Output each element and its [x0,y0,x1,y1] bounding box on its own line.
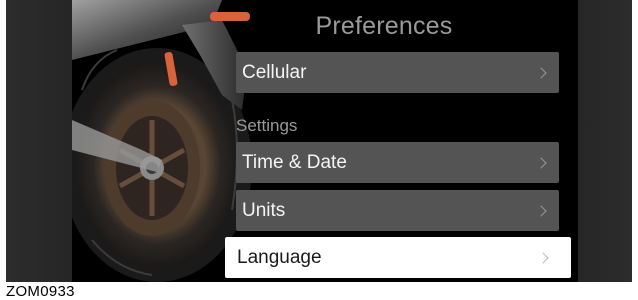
page-title: Preferences [315,12,453,40]
bezel-left [6,0,72,282]
menu-item-cellular[interactable]: Cellular [236,52,559,93]
menu-item-label: Language [237,246,322,268]
menu-item-label: Time & Date [242,151,347,173]
menu-item-label: Cellular [242,61,307,83]
display-frame: Preferences Cellular Settings Time & Dat… [6,0,632,282]
chevron-right-icon [535,156,547,169]
chevron-right-icon [535,204,547,217]
dashboard-screen: Preferences Cellular Settings Time & Dat… [72,0,578,282]
figure-code: ZOM0933 [6,283,75,300]
section-label-settings: Settings [236,116,298,135]
menu-item-label: Units [242,199,286,221]
chevron-right-icon [535,66,547,79]
menu-item-language[interactable]: Language [225,237,571,278]
chevron-right-icon [537,251,549,264]
menu-item-units[interactable]: Units [236,190,559,231]
menu-item-time-date[interactable]: Time & Date [236,142,559,183]
bezel-right [578,0,632,282]
